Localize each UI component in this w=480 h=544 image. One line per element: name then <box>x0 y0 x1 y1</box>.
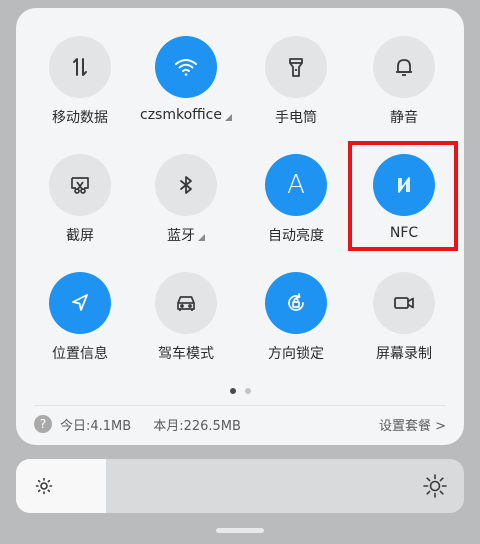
screenshot-icon <box>71 177 89 194</box>
tile-label: 位置信息 <box>52 346 108 362</box>
quick-settings-panel: 移动数据 czsmkoffice 手电筒 静音 截屏 蓝牙 A 自动亮度 NFC… <box>16 8 464 445</box>
usage-today: 今日:4.1MB <box>60 418 132 434</box>
expand-corner-icon[interactable] <box>225 113 232 121</box>
tile-silent[interactable]: 静音 <box>354 36 454 127</box>
mobile-data-toggle[interactable] <box>49 36 111 98</box>
data-transfer-icon <box>73 58 87 76</box>
brightness-fill <box>16 459 106 513</box>
silent-toggle[interactable] <box>373 36 435 98</box>
plan-settings-link[interactable]: 设置套餐 > <box>379 415 446 434</box>
expand-corner-icon[interactable] <box>198 233 205 241</box>
tile-mobile-data[interactable]: 移动数据 <box>30 36 130 127</box>
wifi-toggle[interactable] <box>155 36 217 98</box>
tile-location[interactable]: 位置信息 <box>30 272 130 363</box>
page-dot[interactable] <box>244 388 251 394</box>
page-indicator <box>16 388 464 394</box>
bluetooth-toggle[interactable] <box>155 154 217 216</box>
tile-screen-record[interactable]: 屏幕录制 <box>354 272 454 363</box>
video-icon <box>394 297 414 309</box>
tile-label: 蓝牙 <box>136 225 236 245</box>
brightness-high-icon <box>423 474 447 498</box>
tile-label: 驾车模式 <box>158 346 214 362</box>
auto-brightness-toggle[interactable]: A <box>265 154 327 216</box>
location-icon <box>72 294 88 311</box>
driving-mode-toggle[interactable] <box>155 272 217 334</box>
rotation-lock-toggle[interactable] <box>265 272 327 334</box>
bluetooth-icon <box>180 176 192 194</box>
usage-month: 本月:226.5MB <box>153 418 241 434</box>
wifi-icon <box>175 59 197 76</box>
tile-wifi[interactable]: czsmkoffice <box>136 36 236 123</box>
bell-icon <box>396 59 412 76</box>
tile-screenshot[interactable]: 截屏 <box>30 154 130 245</box>
help-icon[interactable]: ? <box>34 415 52 433</box>
brightness-slider[interactable] <box>16 459 464 513</box>
tile-driving-mode[interactable]: 驾车模式 <box>136 272 236 363</box>
screen-record-toggle[interactable] <box>373 272 435 334</box>
tile-label: 移动数据 <box>52 110 108 126</box>
tile-label: 截屏 <box>66 228 94 244</box>
tile-label: 自动亮度 <box>268 228 324 244</box>
tile-flashlight[interactable]: 手电筒 <box>246 36 346 127</box>
tile-rotation-lock[interactable]: 方向锁定 <box>246 272 346 363</box>
auto-brightness-icon: A <box>287 170 305 200</box>
tile-label: 方向锁定 <box>268 346 324 362</box>
divider <box>34 405 446 406</box>
tile-auto-brightness[interactable]: A 自动亮度 <box>246 154 346 245</box>
screenshot-toggle[interactable] <box>49 154 111 216</box>
drag-handle[interactable] <box>216 528 264 533</box>
rotation-lock-icon <box>288 293 304 311</box>
car-icon <box>177 296 195 311</box>
page-dot-active[interactable] <box>229 388 236 394</box>
flashlight-toggle[interactable] <box>265 36 327 98</box>
nfc-highlight-box <box>348 141 458 251</box>
location-toggle[interactable] <box>49 272 111 334</box>
bluetooth-label: 蓝牙 <box>167 228 195 244</box>
brightness-low-icon <box>35 477 53 495</box>
flashlight-icon <box>289 58 303 77</box>
data-usage-row: ? 今日:4.1MB 本月:226.5MB 设置套餐 > <box>34 413 446 435</box>
wifi-network-name: czsmkoffice <box>140 107 222 123</box>
tile-bluetooth[interactable]: 蓝牙 <box>136 154 236 245</box>
tile-label: 屏幕录制 <box>376 346 432 362</box>
tile-label: czsmkoffice <box>136 107 236 123</box>
tile-label: 手电筒 <box>275 110 317 126</box>
tile-label: 静音 <box>390 110 418 126</box>
